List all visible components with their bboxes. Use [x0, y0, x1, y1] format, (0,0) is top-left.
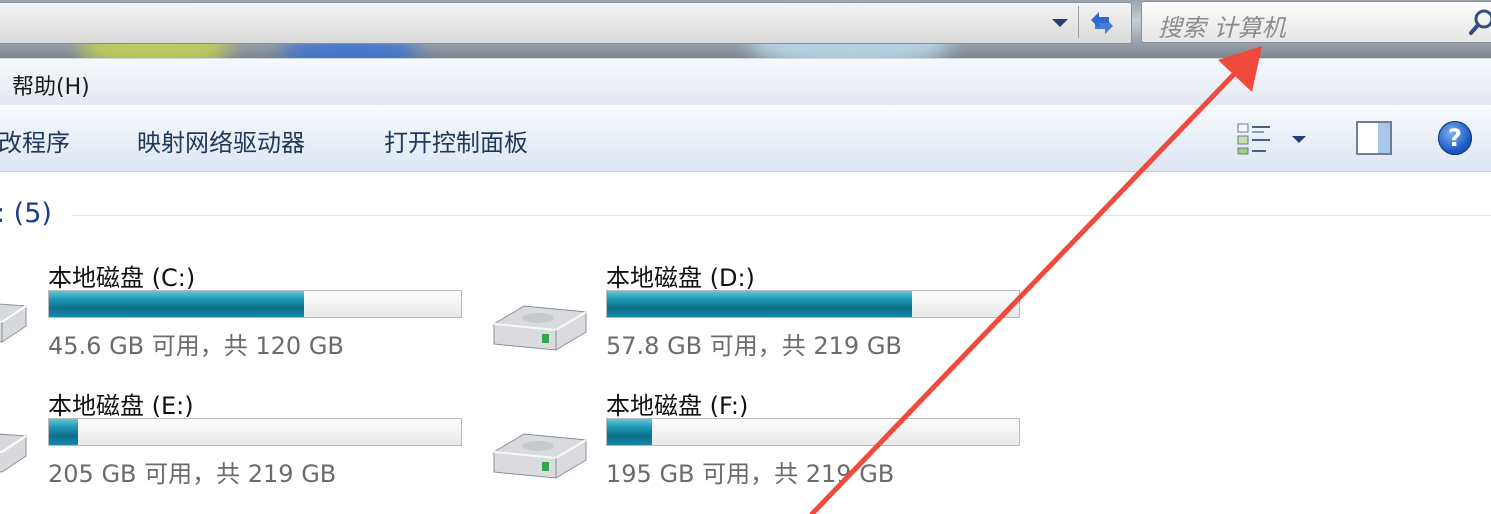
view-options-chevron-down-icon[interactable]	[1292, 136, 1306, 143]
hard-disk-icon[interactable]	[0, 426, 32, 482]
refresh-icon[interactable]	[1085, 6, 1119, 40]
menu-item-help[interactable]: 帮助(H)	[12, 69, 90, 101]
drive-usage-fill	[607, 419, 653, 445]
drive-name: 本地磁盘 (F:)	[606, 392, 749, 420]
drive-usage-fill	[49, 419, 78, 445]
drive-usage-bar	[606, 418, 1020, 446]
menu-bar: 帮助(H)	[0, 58, 1491, 106]
address-bar[interactable]	[0, 2, 1132, 44]
change-view-icon[interactable]	[1236, 121, 1274, 157]
drive-name: 本地磁盘 (D:)	[606, 264, 755, 292]
open-control-panel-button[interactable]: 打开控制面板	[384, 123, 528, 158]
search-box[interactable]: 搜索 计算机	[1141, 1, 1491, 43]
search-icon[interactable]	[1468, 8, 1491, 36]
drive-free-space: 57.8 GB 可用，共 219 GB	[606, 332, 902, 360]
drive-usage-bar	[48, 290, 462, 318]
group-header-hard-disks[interactable]: : (5)	[0, 198, 52, 229]
drive-usage-bar	[48, 418, 462, 446]
preview-pane-icon[interactable]	[1356, 121, 1392, 155]
uninstall-program-button[interactable]: 改程序	[0, 123, 70, 158]
drive-usage-fill	[607, 291, 912, 317]
address-separator	[1078, 6, 1079, 38]
drive-free-space: 45.6 GB 可用，共 120 GB	[48, 332, 344, 360]
address-history-dropdown[interactable]	[1044, 4, 1074, 42]
drive-name: 本地磁盘 (C:)	[48, 264, 196, 292]
hard-disk-icon[interactable]	[490, 298, 590, 360]
group-divider	[72, 215, 1491, 216]
hard-disk-icon[interactable]	[0, 296, 32, 352]
hard-disk-icon[interactable]	[490, 426, 590, 488]
drive-free-space: 205 GB 可用，共 219 GB	[48, 460, 337, 488]
drive-usage-fill	[49, 291, 305, 317]
map-network-drive-button[interactable]: 映射网络驱动器	[137, 123, 305, 158]
drive-name: 本地磁盘 (E:)	[48, 392, 194, 420]
search-placeholder: 搜索 计算机	[1158, 14, 1286, 42]
help-icon[interactable]: ?	[1438, 121, 1472, 155]
drive-usage-bar	[606, 290, 1020, 318]
window-title-bar: 搜索 计算机	[0, 0, 1491, 58]
drive-free-space: 195 GB 可用，共 219 GB	[606, 460, 895, 488]
command-toolbar: 改程序 映射网络驱动器 打开控制面板 ?	[0, 105, 1491, 172]
